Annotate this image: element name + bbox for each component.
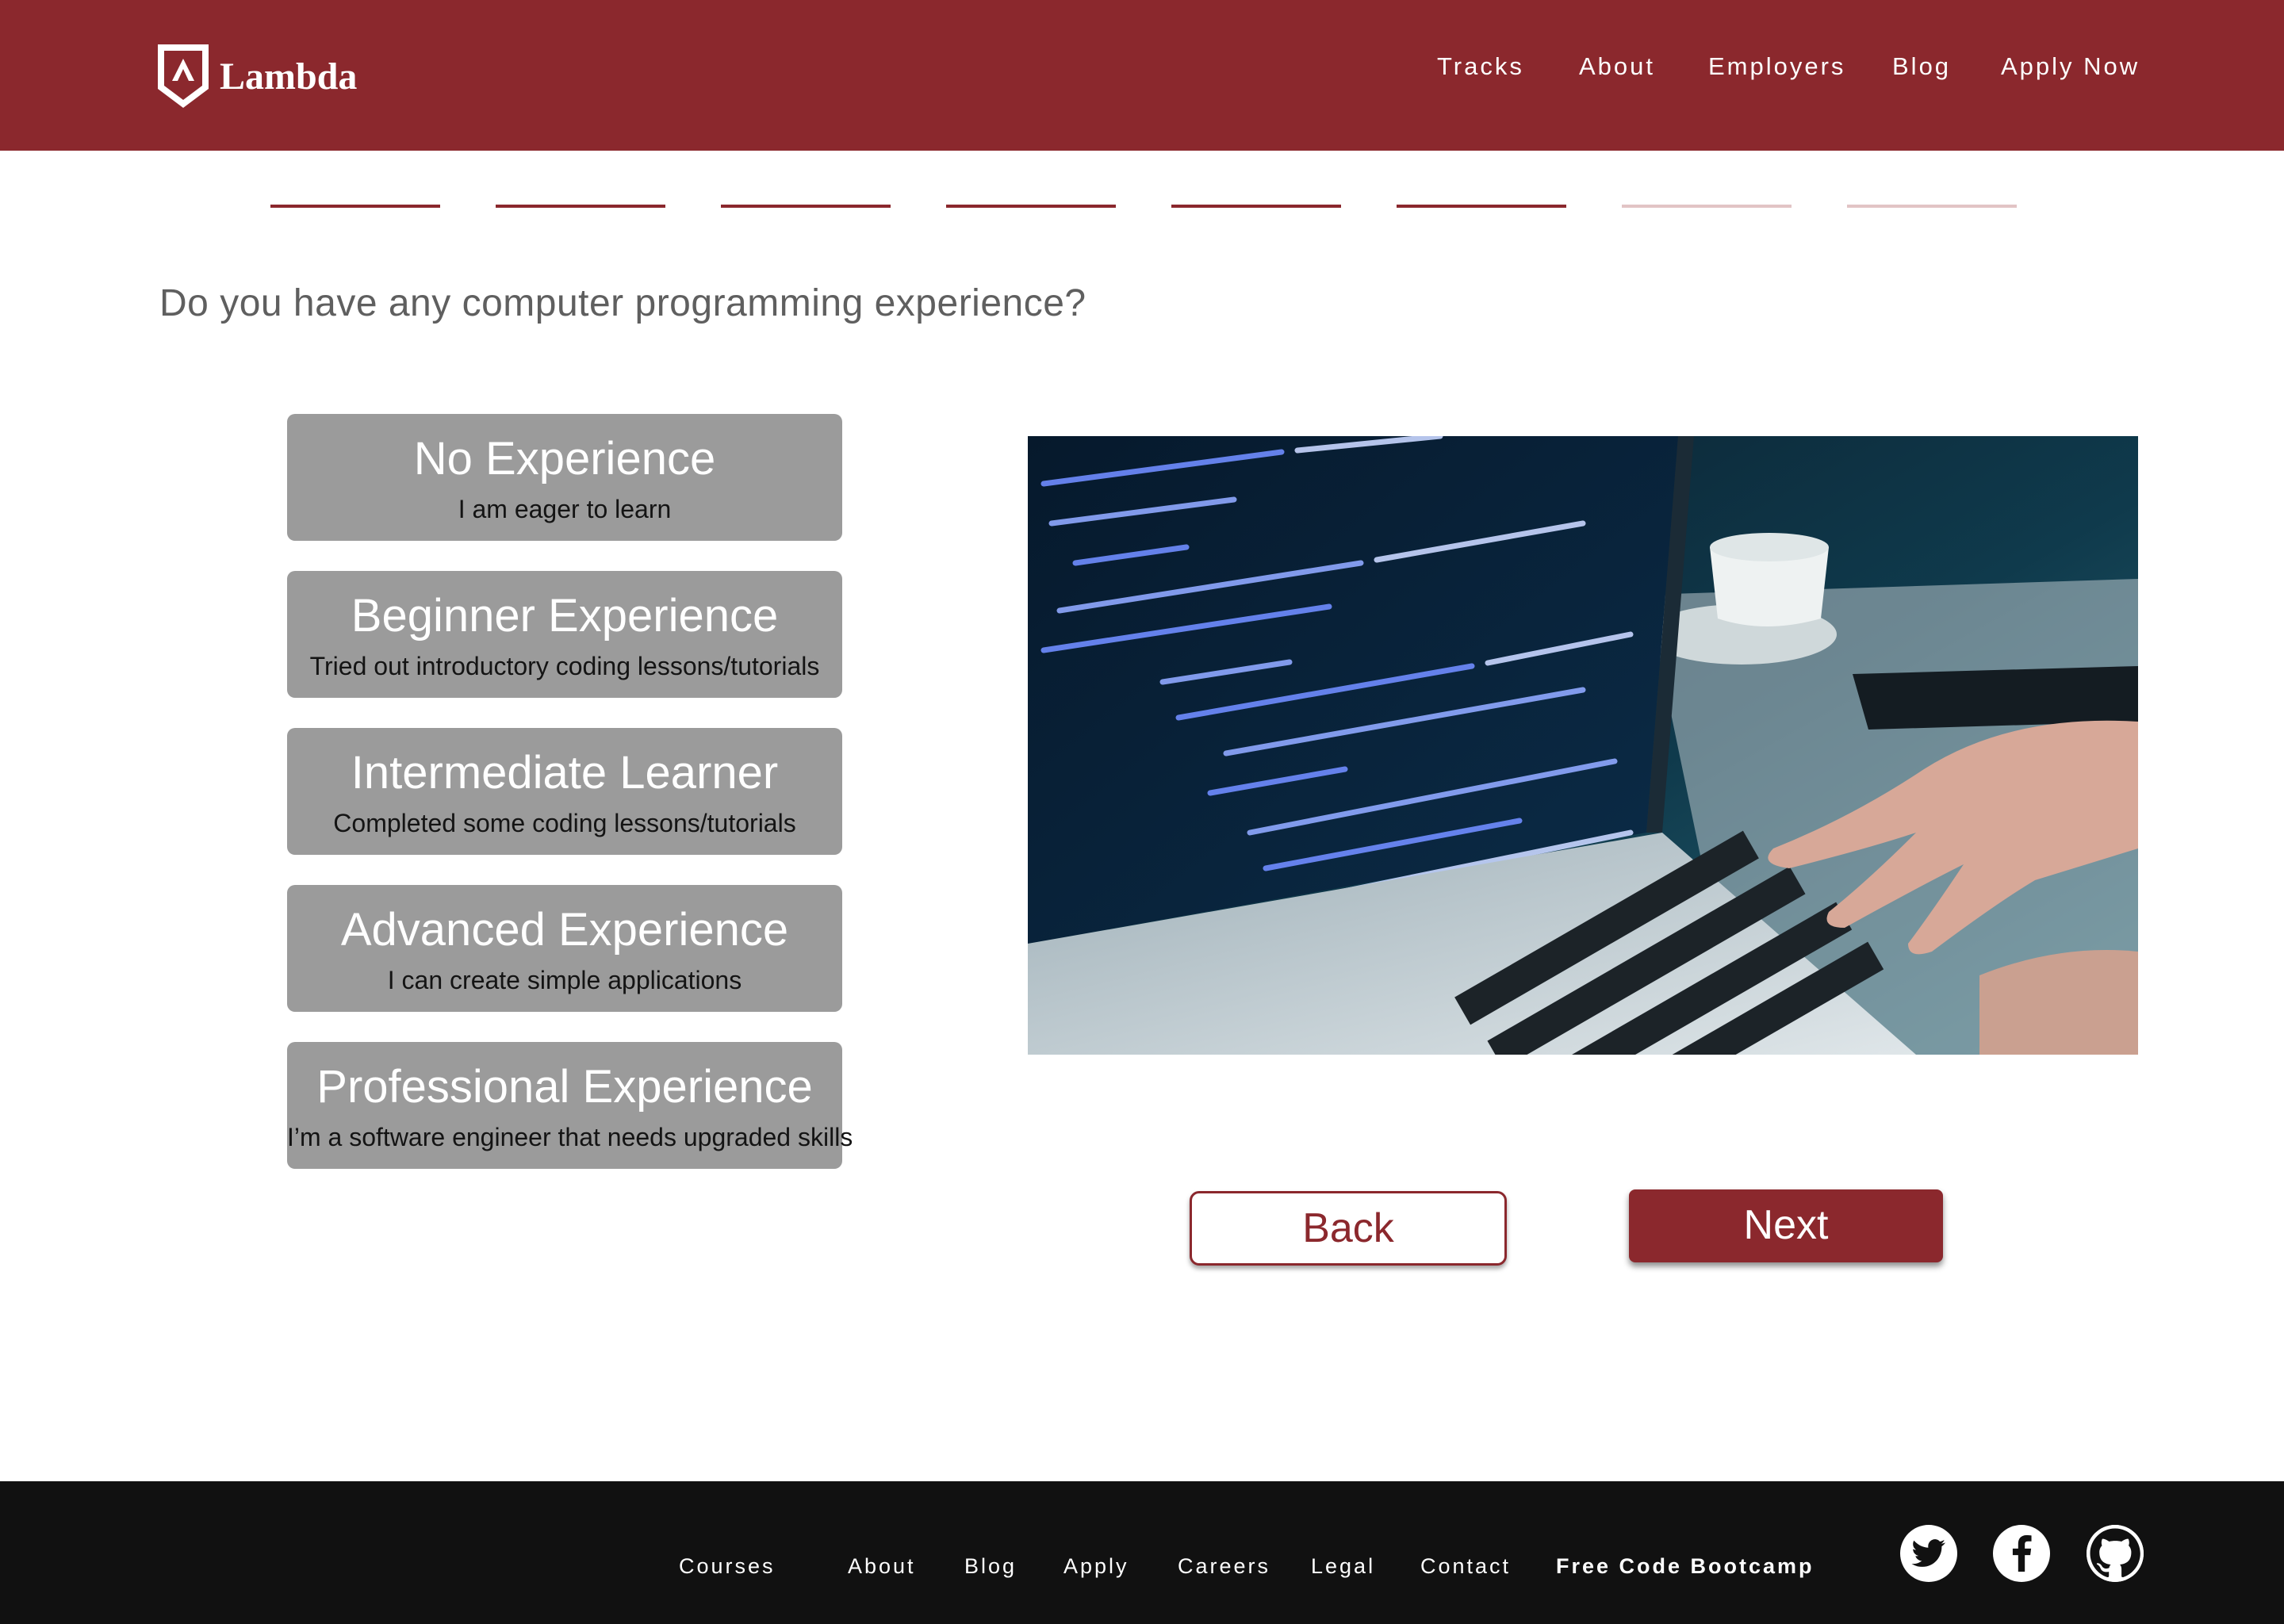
laptop-code-illustration: [1028, 436, 2138, 1055]
option-advanced-experience[interactable]: Advanced Experience I can create simple …: [287, 885, 842, 1012]
option-title: No Experience: [413, 433, 716, 485]
facebook-icon[interactable]: [1993, 1525, 2050, 1582]
brand-logo[interactable]: Lambda: [156, 41, 357, 111]
footer: Courses About Blog Apply Careers Legal C…: [0, 1481, 2284, 1624]
twitter-icon[interactable]: [1900, 1525, 1957, 1582]
progress-step-4: [946, 205, 1116, 208]
progress-step-7: [1622, 205, 1792, 208]
footer-link-careers[interactable]: Careers: [1178, 1554, 1270, 1579]
footer-link-free-code-bootcamp[interactable]: Free Code Bootcamp: [1556, 1554, 1815, 1579]
top-nav-bar: Lambda Tracks About Employers Blog Apply…: [0, 0, 2284, 151]
option-beginner-experience[interactable]: Beginner Experience Tried out introducto…: [287, 571, 842, 698]
laptop-code-photo: [1028, 436, 2138, 1055]
step-progress: [0, 205, 2284, 209]
option-title: Intermediate Learner: [351, 747, 779, 799]
progress-step-6: [1397, 205, 1566, 208]
footer-link-about[interactable]: About: [848, 1554, 916, 1579]
progress-step-8: [1847, 205, 2017, 208]
footer-link-blog[interactable]: Blog: [964, 1554, 1017, 1579]
question-heading: Do you have any computer programming exp…: [159, 282, 1086, 324]
progress-step-5: [1171, 205, 1341, 208]
nav-tracks[interactable]: Tracks: [1437, 52, 1524, 81]
option-title: Advanced Experience: [340, 904, 789, 956]
option-subtitle: Completed some coding lessons/tutorials: [333, 809, 796, 837]
option-subtitle: I’m a software engineer that needs upgra…: [287, 1123, 853, 1151]
option-intermediate-learner[interactable]: Intermediate Learner Completed some codi…: [287, 728, 842, 855]
lambda-shield-icon: [158, 44, 209, 108]
next-button[interactable]: Next: [1629, 1189, 1943, 1262]
option-no-experience[interactable]: No Experience I am eager to learn: [287, 414, 842, 541]
nav-about[interactable]: About: [1579, 52, 1655, 81]
progress-step-2: [496, 205, 665, 208]
option-title: Professional Experience: [316, 1061, 813, 1113]
brand-name: Lambda: [220, 55, 358, 98]
option-subtitle: I am eager to learn: [458, 495, 672, 523]
option-subtitle: I can create simple applications: [387, 966, 742, 994]
nav-blog[interactable]: Blog: [1892, 52, 1951, 81]
nav-employers[interactable]: Employers: [1708, 52, 1845, 81]
option-professional-experience[interactable]: Professional Experience I’m a software e…: [287, 1042, 853, 1169]
progress-step-1: [270, 205, 440, 208]
footer-link-contact[interactable]: Contact: [1420, 1554, 1511, 1579]
option-subtitle: Tried out introductory coding lessons/tu…: [309, 652, 820, 680]
footer-link-courses[interactable]: Courses: [679, 1554, 776, 1579]
nav-apply-now[interactable]: Apply Now: [2001, 52, 2140, 81]
footer-link-legal[interactable]: Legal: [1311, 1554, 1375, 1579]
back-button[interactable]: Back: [1190, 1191, 1507, 1266]
option-title: Beginner Experience: [351, 590, 779, 642]
page: Lambda Tracks About Employers Blog Apply…: [0, 0, 2284, 1624]
github-icon[interactable]: [2087, 1525, 2144, 1582]
progress-step-3: [721, 205, 891, 208]
footer-link-apply[interactable]: Apply: [1063, 1554, 1129, 1579]
